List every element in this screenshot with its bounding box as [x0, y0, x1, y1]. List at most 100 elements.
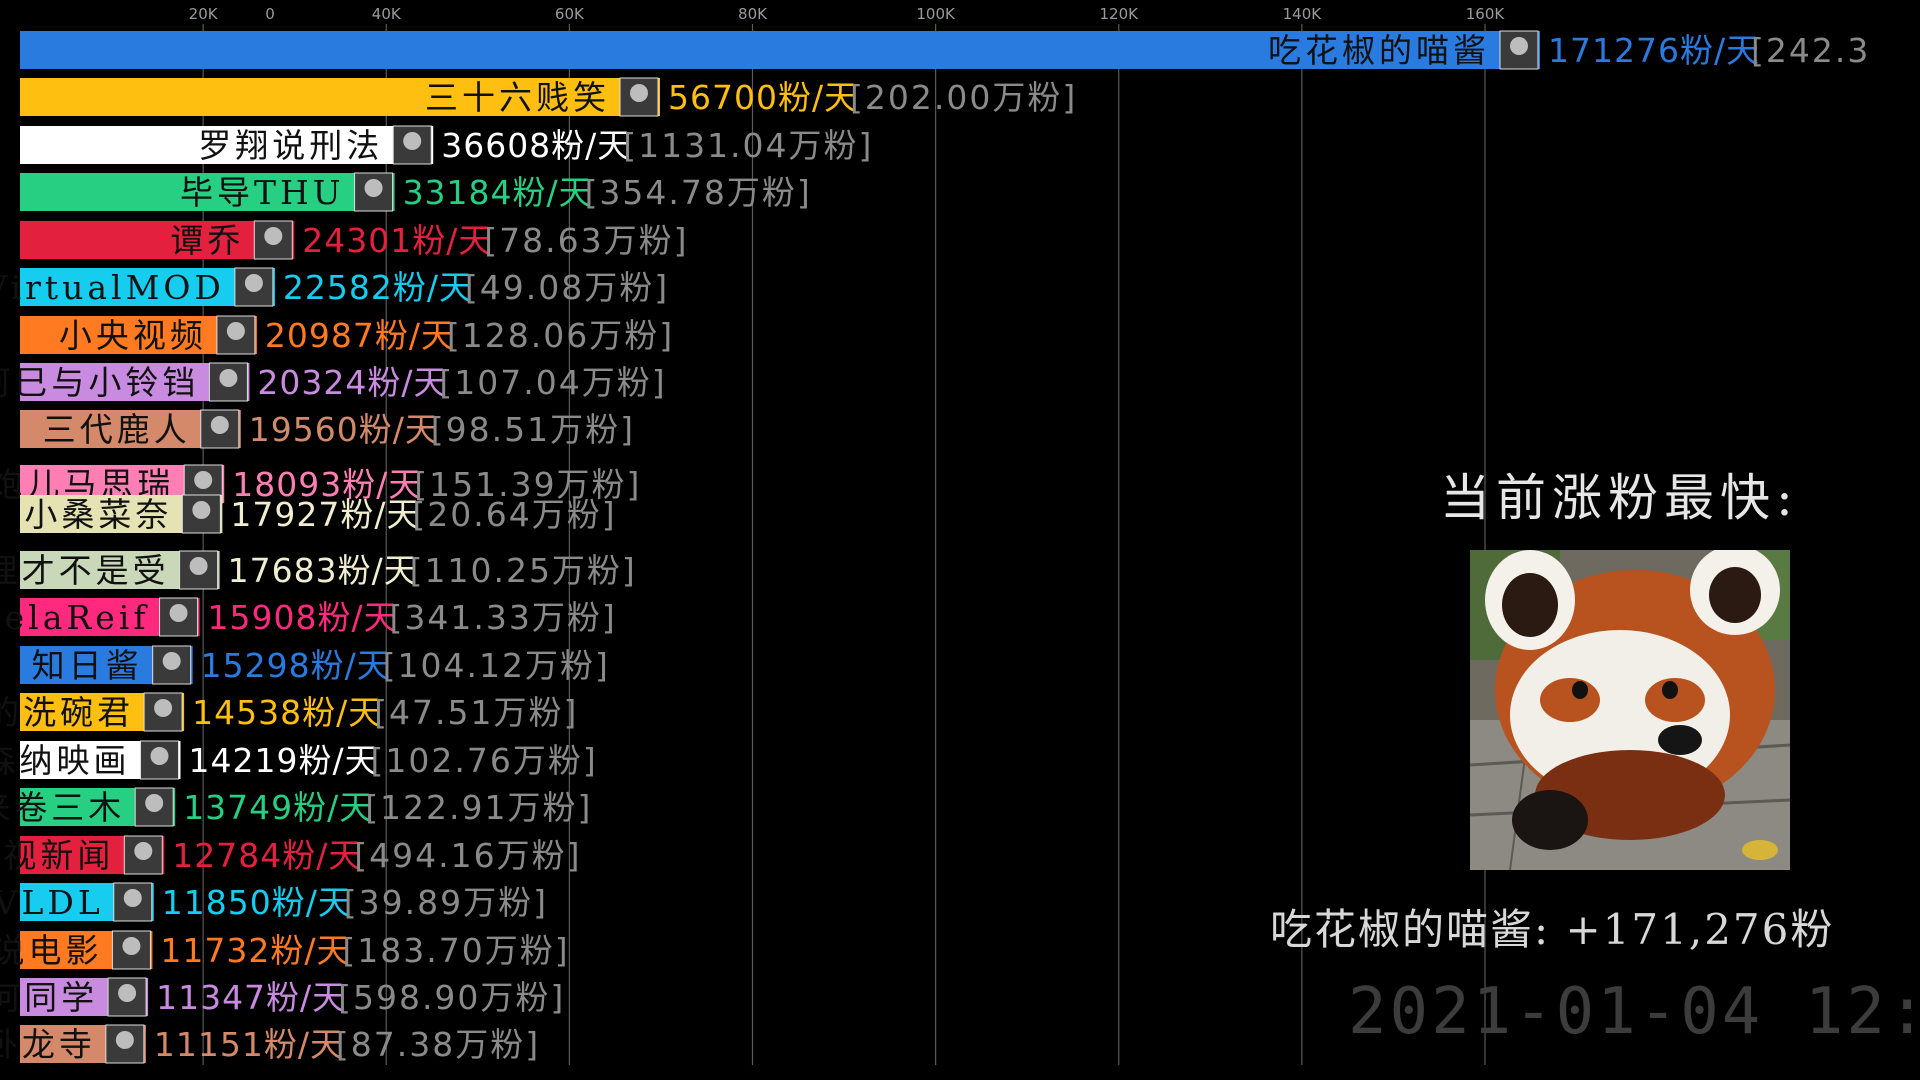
bar-row: 三代鹿人 19560粉/天[98.51万粉]: [20, 409, 635, 449]
bar-row: 阿巳与小铃铛 20324粉/天[107.04万粉]: [0, 362, 666, 402]
avatar-head-icon: [226, 322, 245, 340]
bar-name-label: 毕导THU: [180, 173, 345, 212]
bar-value-label: 11151粉/天: [154, 1025, 344, 1064]
bar-row: 三十六贱笑 56700粉/天[202.00万粉]: [20, 77, 1077, 117]
avatar-head-icon: [169, 604, 188, 622]
bar-name-label: 帕梅拉PamelaReif: [0, 598, 150, 637]
bar-total-label: [98.51万粉]: [431, 410, 635, 449]
bar-row: 卧龙寺 11151粉/天[87.38万粉]: [0, 1024, 540, 1064]
bar-total-label: [20.64万粉]: [412, 495, 616, 534]
bar-value-label: 11732粉/天: [160, 931, 350, 970]
avatar-head-icon: [244, 274, 263, 292]
bar-total-label: [47.51万粉]: [374, 693, 578, 732]
bar-name-label: VirtualMOD: [0, 268, 225, 307]
bar-total-label: [183.70万粉]: [342, 931, 569, 970]
x-tick-label: 100K: [916, 5, 956, 23]
bar-row: 毕导THU 33184粉/天[354.78万粉]: [20, 172, 812, 212]
avatar-head-icon: [194, 471, 213, 489]
x-tick-label: 40K: [372, 5, 402, 23]
fastest-growth-title: 当前涨粉最快:: [1440, 469, 1799, 527]
avatar-head-icon: [630, 84, 648, 102]
bar-name-label: 小央视频: [59, 316, 207, 355]
bar-total-label: [39.89万粉]: [344, 883, 548, 922]
bar-name-label: 小桑菜奈: [24, 495, 172, 534]
bar-value-label: 171276粉/天: [1548, 31, 1760, 70]
avatar-head-icon: [264, 227, 283, 245]
bar-row: 央视新闻 12784粉/天[494.16万粉]: [0, 835, 581, 875]
bar-row: 阿狸才不是受 17683粉/天[110.25万粉]: [0, 550, 637, 590]
bar-total-label: [341.33万粉]: [390, 598, 617, 637]
bar-value-label: 13749粉/天: [183, 788, 373, 827]
bar-total-label: [202.00万粉]: [850, 78, 1077, 117]
bar-row: 老师好我叫何同学 11347粉/天[598.90万粉]: [0, 977, 565, 1017]
bar-total-label: [598.90万粉]: [338, 978, 565, 1017]
bar-name-label: 阿狸才不是受: [0, 551, 170, 590]
bar-row: 自来卷三木 13749粉/天[122.91万粉]: [0, 787, 590, 827]
bar-name-label: 知日酱: [32, 646, 143, 685]
bar-total-label: [102.76万粉]: [370, 741, 597, 780]
bar-total-label: [354.78万粉]: [585, 173, 812, 212]
leader-photo: [1470, 550, 1790, 870]
bar-value-label: 33184粉/天: [403, 173, 593, 212]
bar-value-label: 15298粉/天: [201, 646, 391, 685]
bar-total-label: [107.04万粉]: [439, 363, 666, 402]
bar-value-label: 14219粉/天: [188, 741, 378, 780]
bar-value-label: 56700粉/天: [668, 78, 858, 117]
bar-total-label: [87.38万粉]: [336, 1025, 540, 1064]
avatar-head-icon: [154, 699, 173, 717]
bar-value-label: 17683粉/天: [228, 551, 418, 590]
bar-value-label: 11347粉/天: [156, 978, 346, 1017]
bar-row: 罗翔说刑法 36608粉/天[1131.04万粉]: [20, 125, 873, 165]
bar-total-label: [242.3: [1751, 31, 1870, 70]
bar-total-label: [104.12万粉]: [383, 646, 610, 685]
bar-row: 吃花椒的喵酱 171276粉/天[242.3: [20, 30, 1870, 70]
x-tick-label: 140K: [1283, 5, 1323, 23]
bar-name-label: 吃花椒的喵酱: [1268, 31, 1490, 70]
avatar-head-icon: [150, 747, 169, 765]
avatar-head-icon: [123, 889, 142, 907]
bar-name-label: 卧龙寺: [0, 1025, 96, 1064]
bar-value-label: 20987粉/天: [265, 316, 455, 355]
bar-value-label: 14538粉/天: [192, 693, 382, 732]
bar-total-label: [1131.04万粉]: [623, 126, 873, 165]
avatar-head-icon: [122, 937, 141, 955]
bar-row: 小桑菜奈 17927粉/天[20.64万粉]: [20, 494, 616, 534]
avatar-head-icon: [134, 842, 153, 860]
bar-total-label: [128.06万粉]: [447, 316, 674, 355]
bar: [20, 221, 295, 259]
bar-total-label: [49.08万粉]: [465, 268, 669, 307]
bar-total-label: [110.25万粉]: [410, 551, 637, 590]
avatar-head-icon: [364, 179, 383, 197]
bar-name-label: 芙芙家的洗碗君: [0, 693, 134, 732]
avatar-head-icon: [210, 416, 229, 434]
bar-row: 知日酱 15298粉/天[104.12万粉]: [20, 645, 610, 685]
bar-value-label: 12784粉/天: [172, 836, 362, 875]
avatar-head-icon: [115, 1031, 134, 1049]
avatar-head-icon: [162, 652, 181, 670]
bar-value-label: 20324粉/天: [257, 363, 447, 402]
bar-row: 芙芙家的洗碗君 14538粉/天[47.51万粉]: [0, 692, 578, 732]
avatar-head-icon: [192, 501, 211, 519]
bar-value-label: 17927粉/天: [230, 495, 420, 534]
bar-row: 谭乔 24301粉/天[78.63万粉]: [20, 220, 687, 260]
red-panda-photo-icon: [1470, 550, 1790, 870]
leader-caption: 吃花椒的喵酱: +171,276粉: [1270, 905, 1835, 954]
bar-name-label: 央视新闻: [0, 836, 114, 875]
avatar-head-icon: [118, 984, 137, 1002]
bar-value-label: 19560粉/天: [249, 410, 439, 449]
x-tick-label: 120K: [1100, 5, 1140, 23]
bar-name-label: 森纳映画: [0, 741, 130, 780]
bar-value-label: 11850粉/天: [162, 883, 352, 922]
avatar-head-icon: [219, 369, 238, 387]
bar-value-label: 36608粉/天: [441, 126, 631, 165]
bar-row: 虫哥说电影 11732粉/天[183.70万粉]: [0, 930, 569, 970]
x-tick-label: 0: [265, 5, 275, 23]
avatar-head-icon: [189, 557, 208, 575]
avatar-head-icon: [145, 794, 164, 812]
bar-row: 土团联盟VLDL 11850粉/天[39.89万粉]: [0, 882, 548, 922]
bar-value-label: 24301粉/天: [302, 221, 492, 260]
bar-total-label: [494.16万粉]: [354, 836, 581, 875]
bar-name-label: 罗翔说刑法: [198, 126, 383, 165]
avatar-head-icon: [403, 132, 422, 150]
x-tick-label: 20K: [189, 5, 219, 23]
